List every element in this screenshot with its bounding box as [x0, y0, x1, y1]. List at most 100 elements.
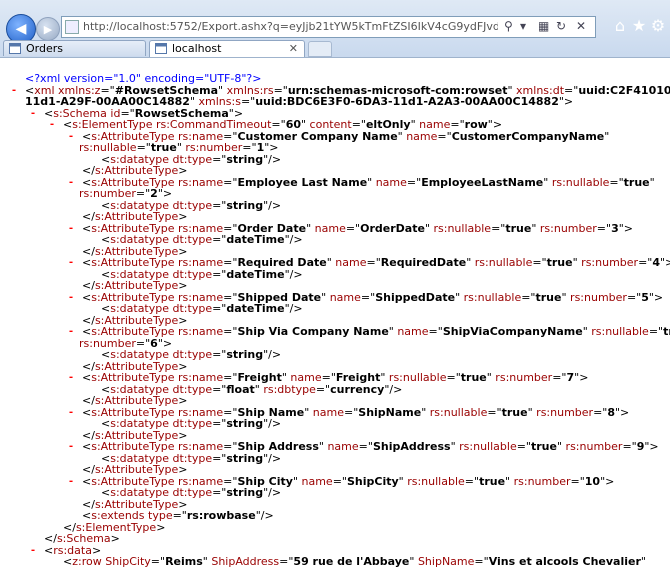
page-icon — [155, 43, 167, 54]
xml-token: 8 — [607, 405, 615, 419]
collapse-toggle-icon[interactable]: - — [68, 222, 74, 235]
collapse-toggle-icon[interactable]: - — [68, 475, 74, 488]
new-tab-button[interactable] — [308, 41, 332, 57]
xml-token: < — [82, 405, 92, 419]
xml-token: =" — [487, 405, 502, 419]
xml-token: < — [44, 543, 54, 557]
xml-token: "/> — [384, 382, 403, 396]
collapse-toggle-icon[interactable]: - — [68, 371, 74, 384]
xml-token: "/> — [263, 451, 282, 465]
xml-token: =" — [212, 486, 227, 499]
xml-token: float — [226, 382, 255, 396]
xml-token: string — [226, 451, 264, 465]
xml-token: =" — [212, 152, 227, 166]
xml-token: =" — [332, 474, 347, 488]
xml-token: < — [82, 440, 92, 453]
xml-token: true — [546, 256, 573, 269]
collapse-toggle-icon[interactable]: - — [49, 118, 55, 131]
xml-token: rs:name — [174, 175, 224, 189]
xml-token: 59 rue de l'Abbaye — [293, 555, 410, 568]
xml-token: =" — [315, 382, 331, 396]
tab-orders[interactable]: Orders — [3, 40, 146, 56]
xml-token: =" — [212, 198, 227, 212]
xml-token: true — [505, 221, 532, 235]
collapse-toggle-icon[interactable]: - — [68, 291, 74, 304]
xml-token: =" — [626, 290, 642, 304]
xml-token: CustomerCompanyName — [451, 129, 605, 143]
xml-token: =" — [212, 417, 227, 430]
xml-token: " — [649, 175, 655, 189]
collapse-toggle-icon[interactable]: - — [68, 130, 74, 143]
xml-token: name — [309, 405, 344, 419]
xml-token: string — [226, 152, 264, 166]
collapse-toggle-icon[interactable]: - — [30, 544, 36, 557]
xml-token: =" — [622, 440, 637, 453]
xml-token: < — [82, 290, 92, 304]
arrow-left-icon: ◀ — [15, 21, 27, 37]
xml-token: =" — [437, 129, 452, 143]
collapse-toggle-icon[interactable]: - — [11, 84, 17, 97]
refresh-icon[interactable]: ↻ — [556, 19, 566, 33]
forward-button[interactable]: ▶ — [36, 17, 60, 41]
xml-token: name — [393, 325, 429, 338]
xml-token: true — [460, 371, 487, 384]
xml-token: "/> — [263, 198, 282, 212]
xml-viewer: <?xml version="1.0" encoding="UTF-8"?> - <… — [0, 58, 670, 576]
close-tab-icon[interactable]: ✕ — [289, 41, 298, 57]
xml-token: Employee Last Name — [237, 175, 368, 189]
xml-token: rs:name — [174, 325, 224, 338]
xml-token: dateTime — [226, 233, 285, 246]
xml-token: =" — [593, 405, 608, 419]
tab-localhost[interactable]: localhost ✕ — [149, 40, 305, 57]
address-text[interactable]: http://localhost:5752/Export.ashx?q=eyJj… — [83, 20, 498, 33]
address-bar[interactable]: http://localhost:5752/Export.ashx?q=eyJj… — [61, 16, 596, 38]
xml-token: =" — [212, 382, 227, 396]
xml-token: true — [531, 440, 557, 453]
xml-token: =" — [406, 175, 422, 189]
xml-token: rs:rowbase — [186, 509, 256, 522]
xml-token: =" — [360, 290, 376, 304]
xml-token: =" — [428, 325, 443, 338]
xml-token: > — [156, 520, 166, 534]
xml-token: true — [479, 474, 506, 488]
xml-token: =" — [223, 325, 238, 338]
xml-token: name — [311, 221, 346, 235]
stop-icon[interactable]: ✕ — [576, 19, 586, 33]
xml-token: =" — [474, 555, 489, 568]
xml-token: rs:nullable — [403, 474, 465, 488]
xml-token: true — [623, 175, 650, 189]
collapse-toggle-icon[interactable]: - — [68, 406, 74, 419]
xml-token: =" — [570, 474, 585, 488]
collapse-toggle-icon[interactable]: - — [68, 440, 74, 453]
xml-token: z:row — [72, 555, 102, 568]
tab-label: Orders — [26, 42, 63, 55]
xml-token: < — [63, 555, 73, 568]
collapse-toggle-icon[interactable]: - — [68, 325, 74, 338]
xml-token: ShipName — [358, 405, 422, 419]
tools-gear-icon[interactable]: ⚙ — [647, 15, 669, 37]
xml-token: =" — [446, 371, 461, 384]
xml-token: > — [110, 532, 120, 545]
collapse-toggle-icon[interactable]: - — [30, 107, 36, 120]
collapse-toggle-icon[interactable]: - — [68, 176, 74, 189]
xml-token: =" — [240, 95, 256, 108]
xml-token: rs:number — [510, 474, 571, 488]
xml-token: OrderDate — [360, 221, 425, 235]
xml-token: =" — [464, 474, 480, 488]
xml-token: rs:dbtype — [259, 382, 316, 396]
compatibility-icon[interactable]: ▦ — [538, 19, 549, 33]
search-icon[interactable]: ⚲ — [504, 19, 513, 33]
xml-token: rs:nullable — [426, 405, 488, 419]
xml-token: rs:nullable — [587, 325, 649, 338]
xml-token: dateTime — [226, 267, 285, 281]
xml-token: ShipName — [414, 555, 475, 568]
xml-token: dateTime — [226, 302, 285, 315]
xml-token: "> — [618, 221, 633, 235]
xml-token: =" — [223, 175, 238, 189]
collapse-toggle-icon[interactable]: - — [68, 256, 74, 269]
xml-token: rs:number — [491, 371, 553, 384]
xml-token: ShipViaCompanyName — [442, 325, 583, 338]
dropdown-icon[interactable]: ▾ — [520, 19, 526, 33]
xml-token: uuid:C2F41010-65B3- — [578, 83, 670, 97]
xml-token: rs:number — [577, 256, 639, 269]
